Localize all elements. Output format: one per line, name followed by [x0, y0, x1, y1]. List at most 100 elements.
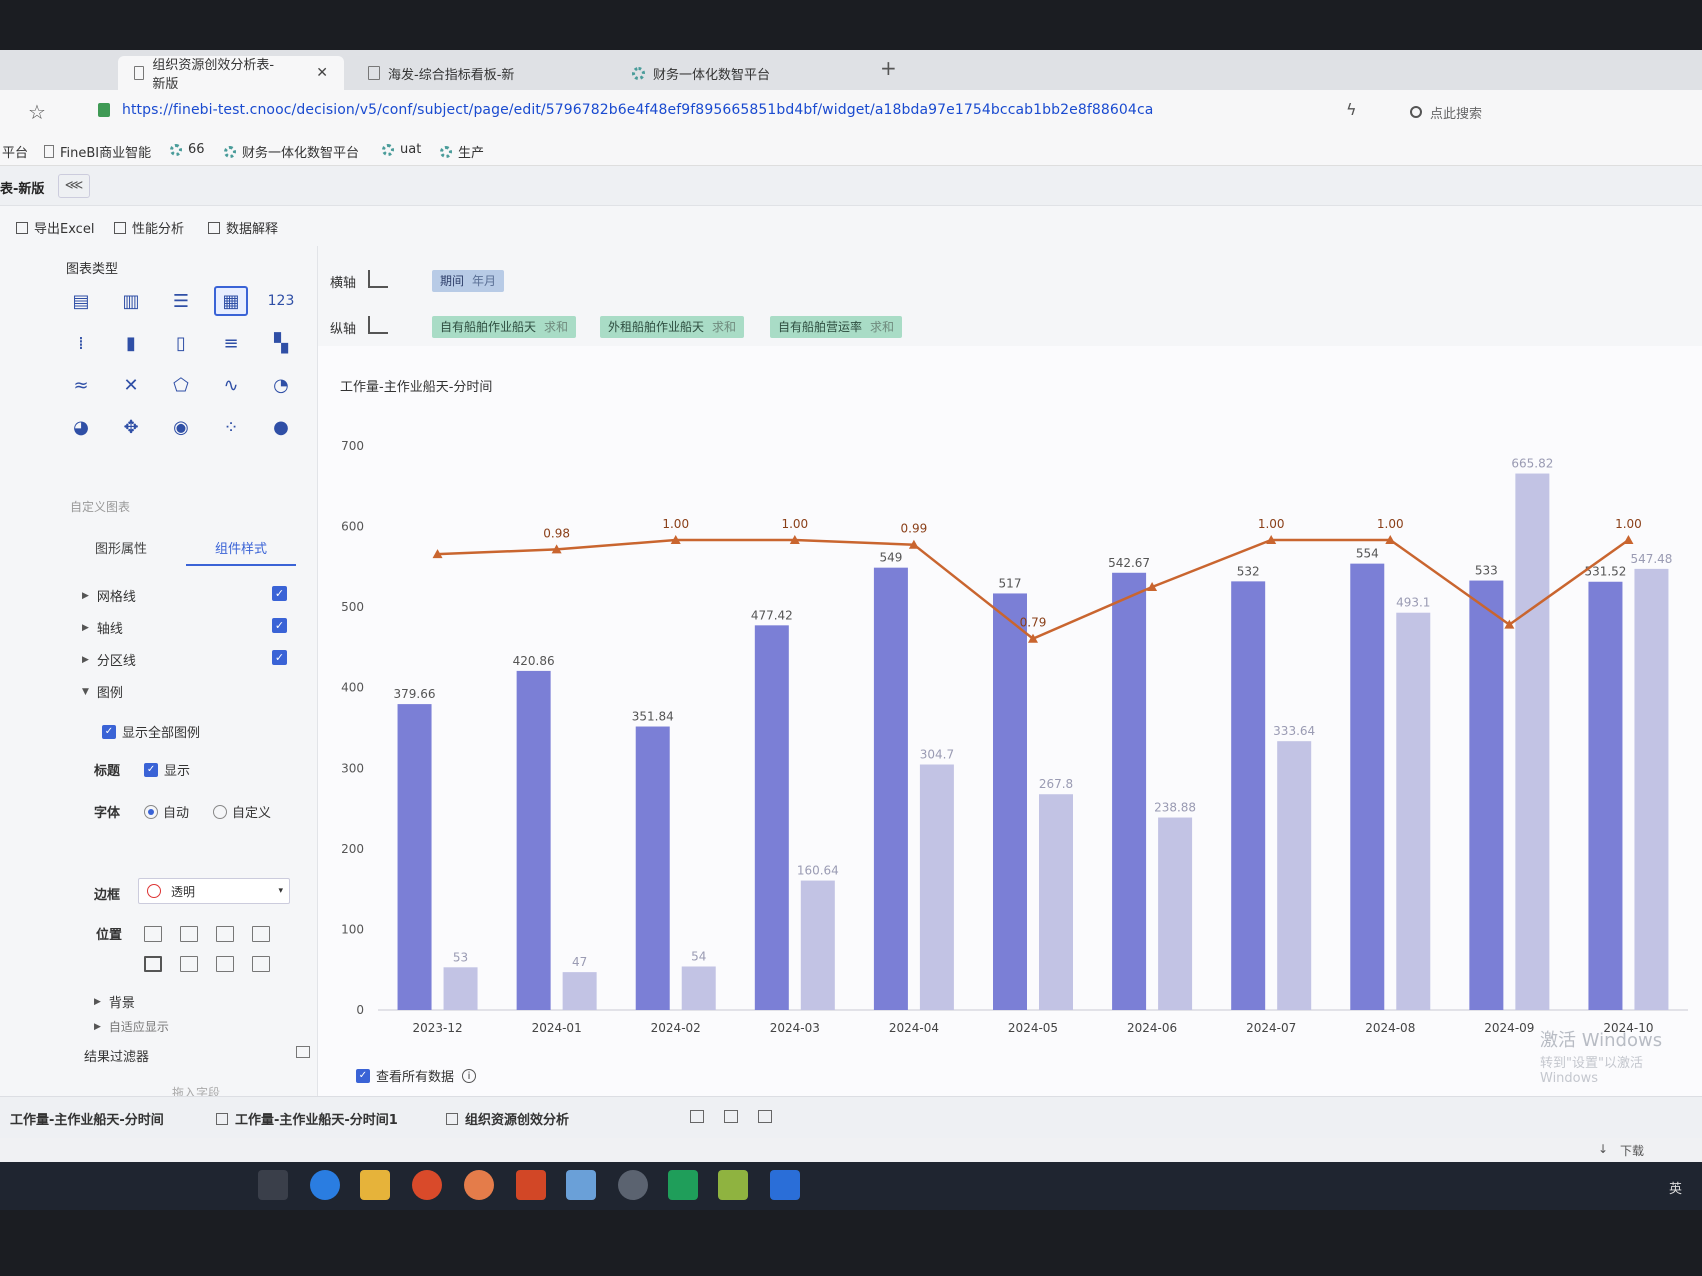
font-custom-radio[interactable]	[213, 804, 228, 819]
view-all-data[interactable]: ✓ 查看所有数据 i	[356, 1066, 477, 1085]
filter-settings-icon[interactable]	[296, 1046, 310, 1058]
export-excel-button[interactable]: 导出Excel	[16, 218, 94, 237]
add-component-icon[interactable]	[690, 1110, 704, 1123]
bookmark-5[interactable]: 生产	[440, 142, 484, 161]
bookmark-3[interactable]: 财务一体化数智平台	[224, 142, 359, 161]
position-right-icon[interactable]	[252, 926, 270, 942]
show-all-legend-checkbox[interactable]: ✓	[102, 724, 116, 739]
close-icon[interactable]: ✕	[316, 65, 328, 81]
bookmarks-bar: 平台 FineBI商业智能 66 财务一体化数智平台 uat 生产	[0, 134, 1702, 166]
bookmark-2[interactable]: 66	[170, 142, 205, 157]
prop-gridline[interactable]: ▶ 网格线	[82, 586, 136, 605]
y-field-pill-2[interactable]: 外租船舶作业船天 求和	[600, 316, 745, 338]
prop-adaptive[interactable]: ▶ 自适应显示	[94, 1018, 169, 1035]
document-icon	[44, 145, 54, 158]
browser-tab-2[interactable]: 海发-综合指标看板-新	[352, 56, 582, 90]
prop-zone[interactable]: ▶ 分区线	[82, 650, 136, 669]
tab-graph-props[interactable]: 图形属性	[66, 536, 176, 564]
line-chart-icon[interactable]: ≈	[64, 370, 98, 400]
position-right-bottom-icon[interactable]	[252, 956, 270, 972]
title-show-checkbox[interactable]: ✓	[144, 762, 159, 777]
custom-chart-icon[interactable]: ▦	[214, 286, 248, 316]
info-icon[interactable]: i	[462, 1068, 477, 1083]
app-icon[interactable]	[566, 1170, 596, 1200]
sheet-icon	[446, 1112, 458, 1125]
bookmark-0[interactable]: 平台	[2, 142, 28, 161]
axis-checkbox[interactable]: ✓	[272, 618, 287, 633]
position-bottom-icon[interactable]	[180, 956, 198, 972]
prop-legend[interactable]: ▼ 图例	[82, 682, 123, 701]
task-view-icon[interactable]	[258, 1170, 288, 1200]
url-text[interactable]: https://finebi-test.cnooc/decision/v5/co…	[122, 102, 1153, 118]
powerpoint-icon[interactable]	[516, 1170, 546, 1200]
position-left-top-icon[interactable]	[144, 926, 162, 942]
polygon-icon[interactable]: ⬠	[164, 370, 198, 400]
border-select[interactable]: 透明 ▾	[138, 878, 290, 904]
bar-chart-icon[interactable]: ▮	[114, 328, 148, 358]
x-tick-label: 2024-03	[770, 1021, 820, 1035]
performance-button[interactable]: 性能分析	[114, 218, 184, 237]
browser-tab-3[interactable]: 财务一体化数智平台	[616, 56, 856, 90]
horizontal-bar-icon[interactable]: ≡	[214, 328, 248, 358]
download-label[interactable]: 下载	[1620, 1142, 1644, 1159]
gauge-icon[interactable]: ◔	[264, 370, 298, 400]
donut-chart-icon[interactable]: ◉	[164, 412, 198, 442]
kpi-icon[interactable]: 123	[264, 286, 298, 316]
app-icon[interactable]	[464, 1170, 494, 1200]
sheet-tab-3[interactable]: 组织资源创效分析	[446, 1109, 569, 1128]
detail-table-icon[interactable]: ☰	[164, 286, 198, 316]
position-top-icon[interactable]	[180, 926, 198, 942]
rose-chart-icon[interactable]: ✥	[114, 412, 148, 442]
line-axis-icon[interactable]	[368, 316, 388, 334]
cross-table-icon[interactable]: ▥	[114, 286, 148, 316]
spreadsheet-icon[interactable]	[668, 1170, 698, 1200]
bookmark-4[interactable]: uat	[382, 142, 421, 157]
waterfall-icon[interactable]: ▚	[264, 328, 298, 358]
app-icon[interactable]	[618, 1170, 648, 1200]
gridline-checkbox[interactable]: ✓	[272, 586, 287, 601]
sheet-tab-2[interactable]: 工作量-主作业船天-分时间1	[216, 1109, 398, 1128]
stacked-bar-icon[interactable]: ▯	[164, 328, 198, 358]
notes-icon[interactable]	[718, 1170, 748, 1200]
bubble-icon[interactable]: ●	[264, 412, 298, 442]
zone-checkbox[interactable]: ✓	[272, 650, 287, 665]
font-auto-radio[interactable]	[144, 804, 159, 819]
caret-right-icon: ▶	[82, 654, 89, 665]
x-field-pill[interactable]: 期间 年月	[432, 270, 505, 292]
position-right-top-icon[interactable]	[216, 926, 234, 942]
data-explain-button[interactable]: 数据解释	[208, 218, 278, 237]
axis-icon[interactable]	[368, 270, 388, 288]
position-left-bottom-icon[interactable]	[216, 956, 234, 972]
prop-axis[interactable]: ▶ 轴线	[82, 618, 123, 637]
tray-lang[interactable]: 英	[1669, 1178, 1682, 1197]
folder-icon[interactable]	[360, 1170, 390, 1200]
browser-tab-1[interactable]: 组织资源创效分析表-新版 ✕	[118, 56, 344, 92]
area-chart-icon[interactable]: ∿	[214, 370, 248, 400]
table-chart-icon[interactable]: ▤	[64, 286, 98, 316]
share-button[interactable]: ⋘	[58, 174, 90, 198]
report-icon[interactable]	[758, 1110, 772, 1123]
download-icon[interactable]: ↓	[1598, 1142, 1608, 1156]
x-tick-label: 2024-02	[651, 1021, 701, 1035]
y-field-pill-3[interactable]: 自有船舶营运率 求和	[770, 316, 903, 338]
grouped-bar-icon[interactable]: ⁞	[64, 328, 98, 358]
edge-icon[interactable]	[310, 1170, 340, 1200]
pie-chart-icon[interactable]: ◕	[64, 412, 98, 442]
lightning-icon[interactable]: ϟ	[1346, 100, 1357, 119]
show-all-legend[interactable]: ✓ 显示全部图例	[102, 722, 200, 741]
tab-component-style[interactable]: 组件样式	[186, 536, 296, 566]
sheet-tab-1[interactable]: 工作量-主作业船天-分时间	[10, 1109, 164, 1128]
star-icon[interactable]: ☆	[28, 100, 46, 124]
prop-background[interactable]: ▶ 背景	[94, 992, 135, 1011]
radar-icon[interactable]: ✕	[114, 370, 148, 400]
y-field-pill-1[interactable]: 自有船舶作业船天 求和	[432, 316, 577, 338]
app-icon[interactable]	[770, 1170, 800, 1200]
new-tab-button[interactable]: +	[880, 56, 897, 80]
position-left-selected-icon[interactable]	[144, 956, 162, 972]
layout-icon[interactable]	[724, 1110, 738, 1123]
view-all-checkbox[interactable]: ✓	[356, 1068, 370, 1083]
search-input[interactable]: 点此搜索	[1410, 98, 1590, 126]
bookmark-1[interactable]: FineBI商业智能	[44, 142, 151, 161]
scatter-icon[interactable]: ⁘	[214, 412, 248, 442]
browser-icon[interactable]	[412, 1170, 442, 1200]
